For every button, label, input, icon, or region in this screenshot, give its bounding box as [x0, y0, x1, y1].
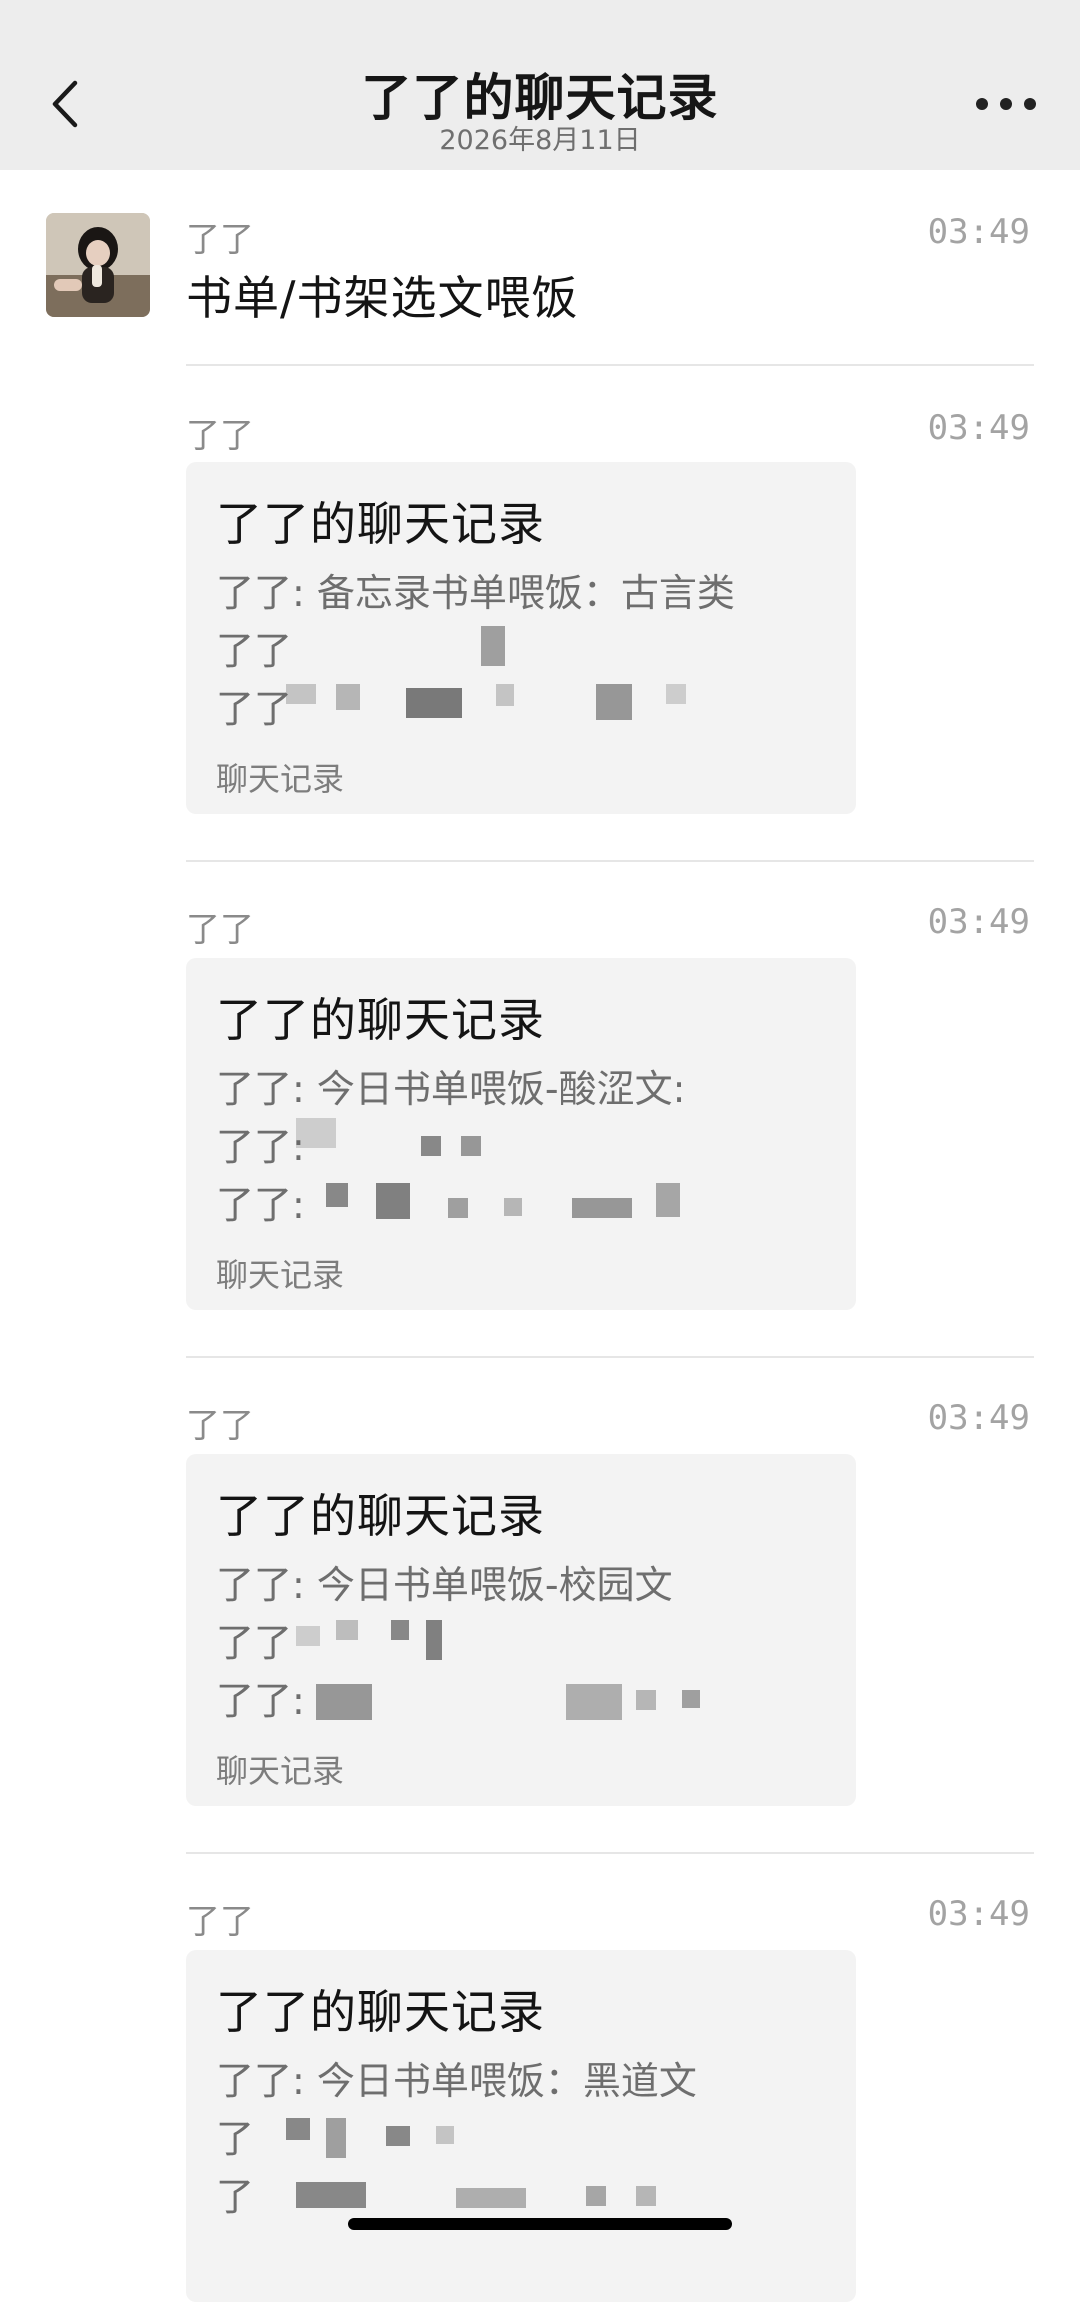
card-preview-line: 了了	[216, 629, 293, 673]
blur-mosaic	[504, 1198, 522, 1216]
blur-mosaic	[656, 1183, 680, 1217]
blur-mosaic	[386, 2126, 410, 2146]
blur-mosaic	[481, 626, 505, 666]
blur-mosaic	[406, 688, 462, 718]
blur-mosaic	[421, 1136, 441, 1156]
card-footer: 聊天记录	[216, 1256, 345, 1294]
blur-mosaic	[316, 1684, 372, 1720]
blur-mosaic	[336, 684, 360, 710]
divider	[186, 1356, 1034, 1358]
blur-mosaic	[326, 2118, 346, 2158]
message-sender: 了了	[186, 1902, 254, 1942]
blur-mosaic	[391, 1620, 409, 1640]
card-preview-line: 了了:	[216, 1679, 305, 1723]
message-sender: 了了	[186, 1406, 254, 1446]
blur-mosaic	[336, 1620, 358, 1640]
blur-mosaic	[426, 1620, 442, 1660]
blur-mosaic	[596, 684, 632, 720]
avatar-image	[46, 213, 150, 317]
card-preview-line: 了了:	[216, 1183, 305, 1227]
card-footer: 聊天记录	[216, 1752, 345, 1790]
message-text[interactable]: 书单/书架选文喂饭	[186, 262, 579, 328]
blur-mosaic	[296, 1118, 336, 1148]
message-time: 03:49	[927, 1398, 1030, 1438]
blur-mosaic	[296, 1626, 320, 1646]
more-button[interactable]	[976, 96, 1036, 112]
blur-mosaic	[566, 1684, 622, 1720]
blur-mosaic	[682, 1690, 700, 1708]
divider	[186, 860, 1034, 862]
message-time: 03:49	[927, 1894, 1030, 1934]
page-date: 2026年8月11日	[439, 125, 641, 156]
avatar[interactable]	[46, 213, 150, 317]
blur-mosaic	[666, 684, 686, 704]
card-title: 了了的聊天记录	[216, 1985, 545, 2039]
blur-mosaic	[572, 1198, 632, 1218]
card-preview-line: 了	[216, 2175, 255, 2219]
home-indicator[interactable]	[348, 2218, 732, 2230]
chat-history-card[interactable]: 了了的聊天记录 了了: 今日书单喂饭-校园文 了了 了了: 聊天记录	[186, 1454, 856, 1806]
blur-mosaic	[448, 1198, 468, 1218]
message-time: 03:49	[927, 902, 1030, 942]
card-title: 了了的聊天记录	[216, 1489, 545, 1543]
divider	[186, 364, 1034, 366]
blur-mosaic	[496, 684, 514, 706]
more-dot-icon	[1000, 98, 1012, 110]
blur-mosaic	[376, 1183, 410, 1219]
more-dot-icon	[1024, 98, 1036, 110]
message-sender: 了了	[186, 910, 254, 950]
blur-mosaic	[296, 2182, 366, 2208]
message-time: 03:49	[927, 408, 1030, 448]
card-preview-line: 了了	[216, 687, 293, 731]
message-sender: 了了	[186, 220, 254, 260]
blur-mosaic	[286, 684, 316, 704]
message-sender: 了了	[186, 416, 254, 456]
chat-history-card[interactable]: 了了的聊天记录 了了: 今日书单喂饭：黑道文 了 了	[186, 1950, 856, 2302]
card-title: 了了的聊天记录	[216, 993, 545, 1047]
card-preview-line: 了了	[216, 1621, 293, 1665]
card-title: 了了的聊天记录	[216, 497, 545, 551]
blur-mosaic	[286, 2118, 310, 2140]
card-preview-line: 了了: 今日书单喂饭-校园文	[216, 1563, 673, 1607]
blur-mosaic	[326, 1183, 348, 1207]
chat-history-card[interactable]: 了了的聊天记录 了了: 备忘录书单喂饭：古言类 了了 了了 聊天记录	[186, 462, 856, 814]
card-preview-line: 了了:	[216, 1125, 305, 1169]
card-preview-line: 了了: 备忘录书单喂饭：古言类	[216, 571, 735, 615]
blur-mosaic	[586, 2186, 606, 2206]
blur-mosaic	[456, 2188, 526, 2208]
blur-mosaic	[436, 2126, 454, 2144]
card-preview-line: 了了: 今日书单喂饭-酸涩文:	[216, 1067, 686, 1111]
card-preview-line: 了	[216, 2117, 255, 2161]
more-dot-icon	[976, 98, 988, 110]
blur-mosaic	[636, 1690, 656, 1710]
blur-mosaic	[461, 1136, 481, 1156]
card-footer: 聊天记录	[216, 760, 345, 798]
navigation-bar: 了了的聊天记录 2026年8月11日	[0, 0, 1080, 170]
blur-mosaic	[636, 2186, 656, 2206]
chat-history-card[interactable]: 了了的聊天记录 了了: 今日书单喂饭-酸涩文: 了了: 了了: 聊天记录	[186, 958, 856, 1310]
divider	[186, 1852, 1034, 1854]
message-time: 03:49	[927, 212, 1030, 252]
card-preview-line: 了了: 今日书单喂饭：黑道文	[216, 2059, 697, 2103]
